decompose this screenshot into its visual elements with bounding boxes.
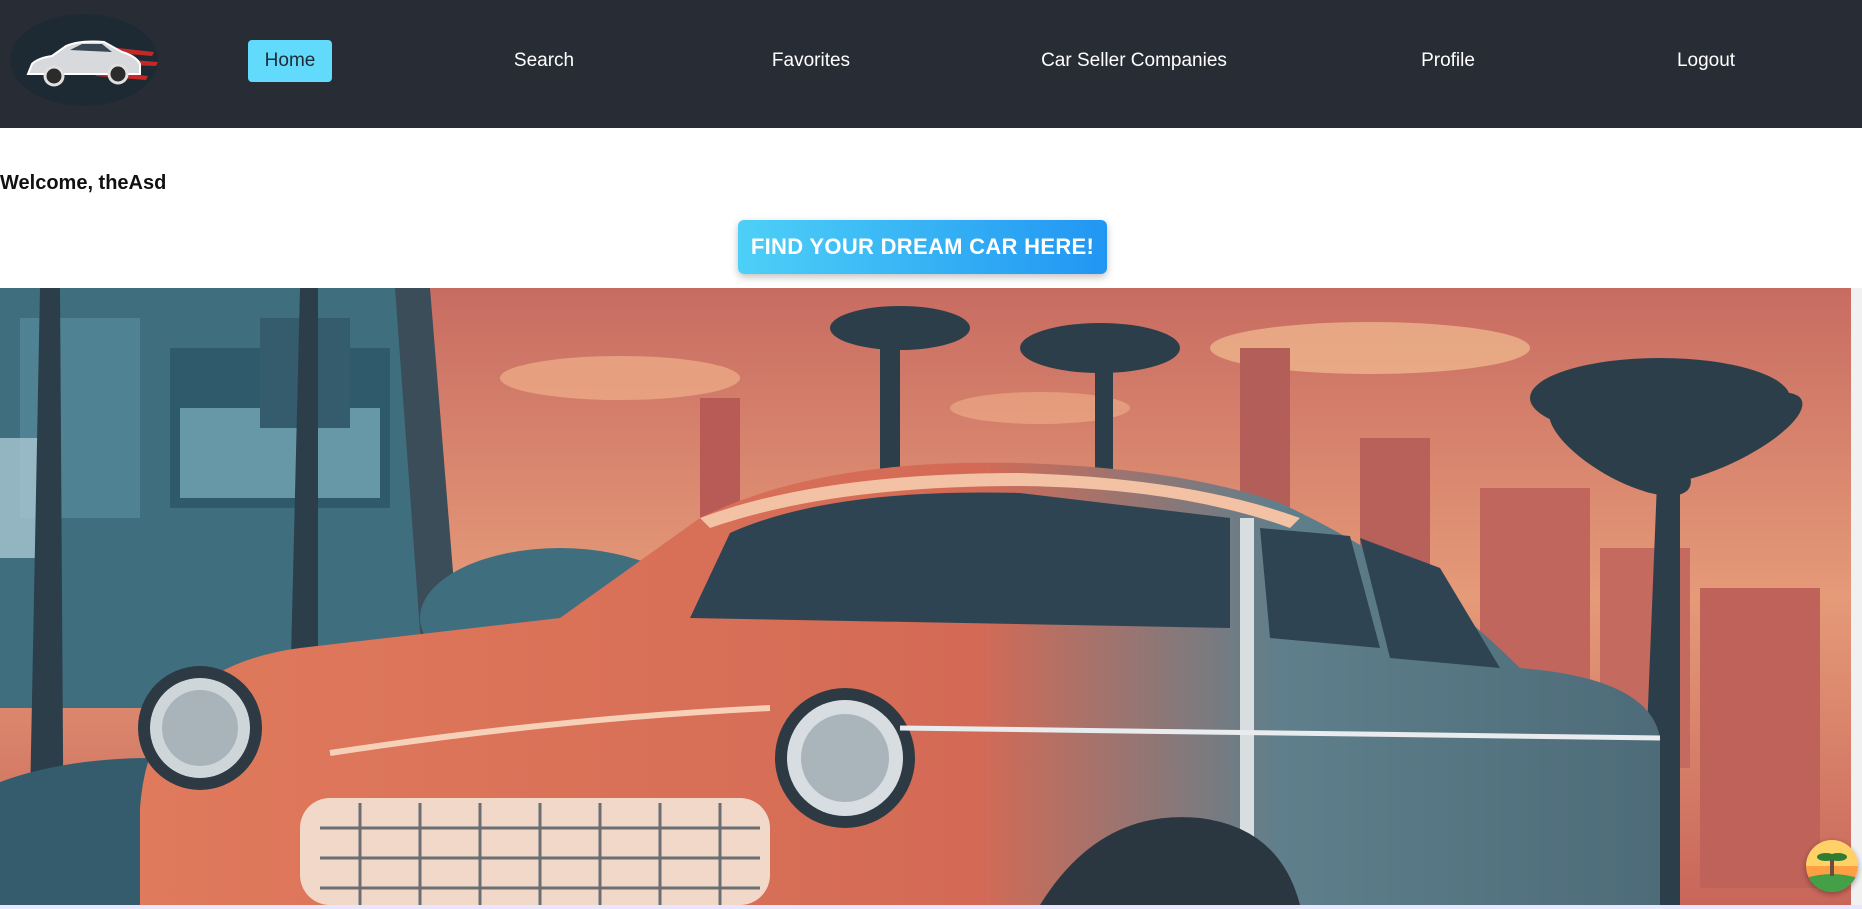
nav-favorites[interactable]: Favorites [764, 40, 858, 82]
palm-island-icon[interactable] [1806, 840, 1858, 892]
welcome-heading: Welcome, theAsd [0, 172, 167, 194]
nav-search[interactable]: Search [506, 40, 582, 82]
car-logo-icon[interactable] [8, 12, 160, 108]
nav-profile[interactable]: Profile [1412, 40, 1484, 82]
nav-car-seller-companies[interactable]: Car Seller Companies [1040, 40, 1228, 82]
nav-logout[interactable]: Logout [1670, 40, 1742, 82]
hero-image [0, 288, 1851, 905]
footer-divider [0, 905, 1862, 909]
page-scroll-gutter [1851, 288, 1862, 905]
top-navbar: Home Search Favorites Car Seller Compani… [0, 0, 1862, 128]
nav-home[interactable]: Home [248, 40, 332, 82]
find-dream-car-button[interactable]: FIND YOUR DREAM CAR HERE! [738, 220, 1107, 274]
